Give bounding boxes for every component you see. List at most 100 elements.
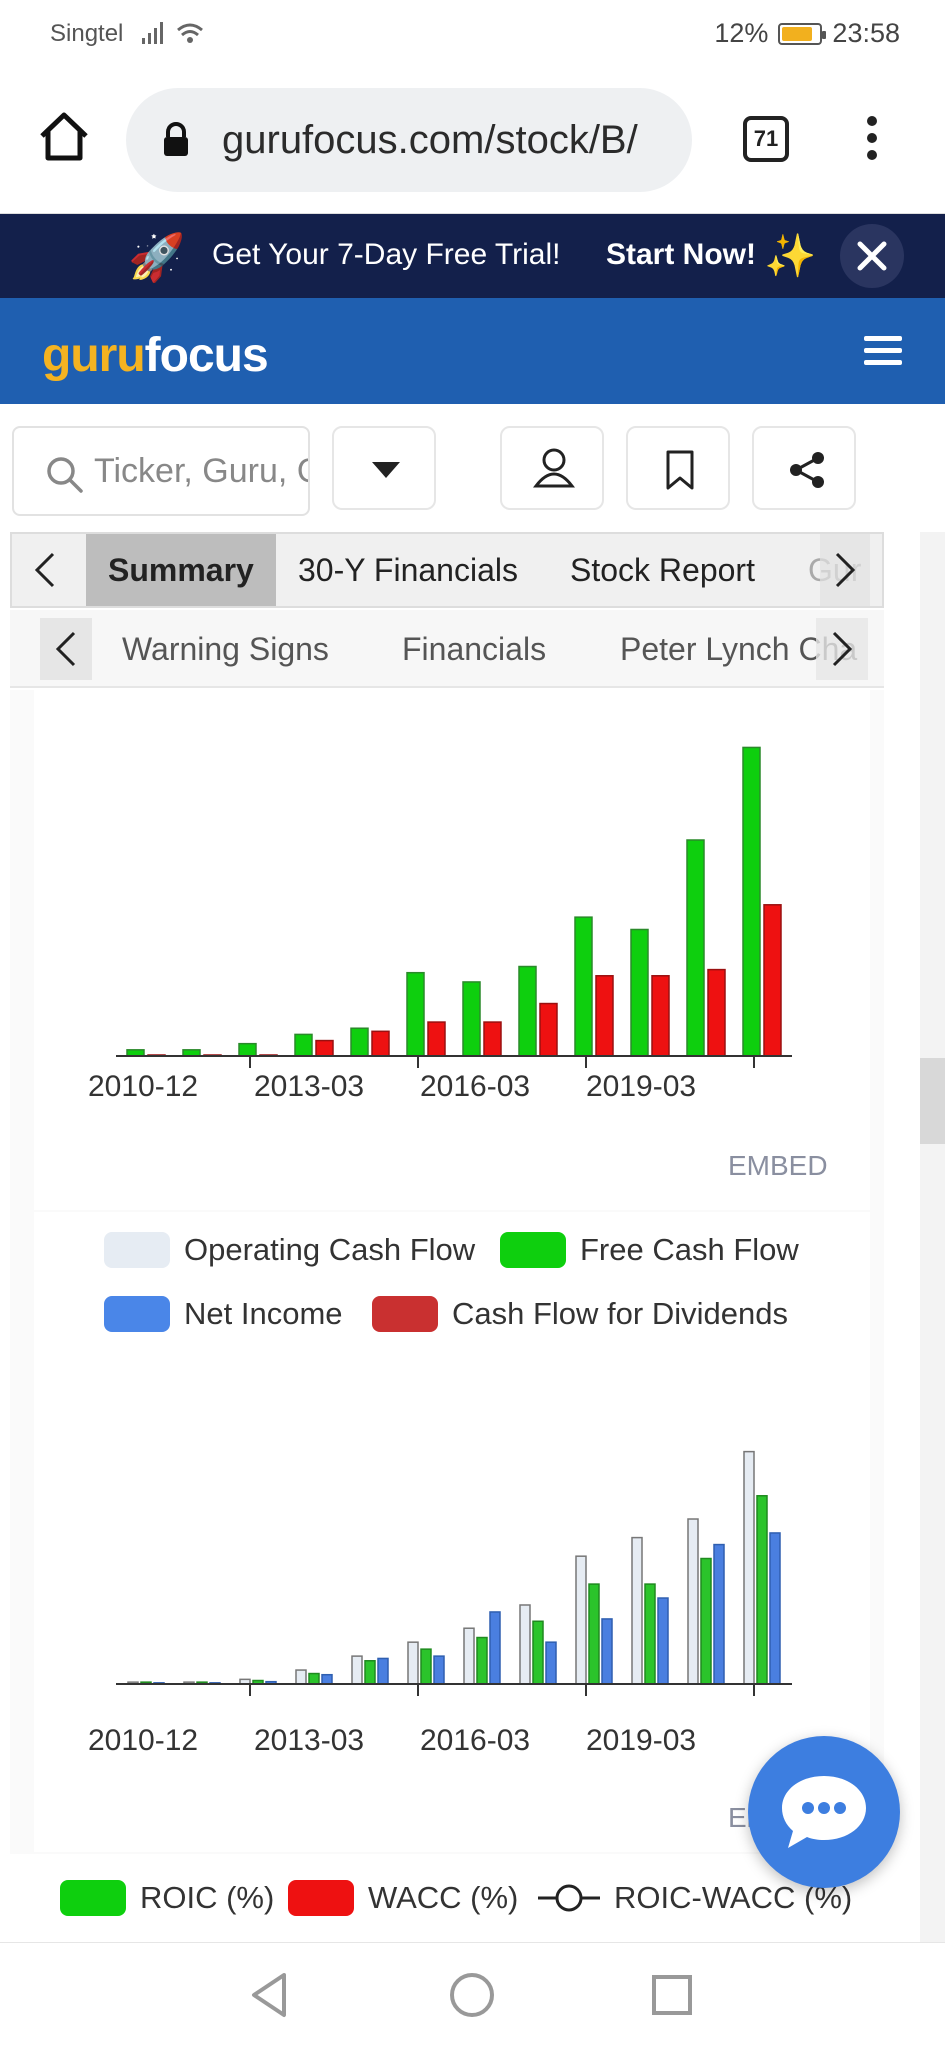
home-icon[interactable] — [36, 108, 92, 164]
bar-operating-cash-flow-2017-03[interactable] — [519, 1604, 531, 1685]
bar-free-cash-flow-2020-03[interactable] — [686, 839, 705, 1057]
scrollbar-thumb[interactable] — [920, 1058, 945, 1144]
status-right: 12% 23:58 — [714, 18, 900, 49]
bar-free-cash-flow-2014-03[interactable] — [364, 1660, 376, 1685]
bar-operating-cash-flow-2016-03[interactable] — [463, 1627, 475, 1685]
bar-operating-cash-flow-2014-03[interactable] — [351, 1655, 363, 1685]
embed-link[interactable]: EMBED — [728, 1150, 828, 1182]
x-tick-label: 2016-03 — [420, 1724, 531, 1757]
bar-free-cash-flow-2015-03[interactable] — [406, 971, 425, 1057]
menu-icon[interactable] — [864, 336, 902, 366]
tabs-scroll-left-icon[interactable] — [20, 534, 70, 606]
cash-flow-chart — [116, 746, 792, 1068]
x-tick-label: 2010-12 — [88, 1724, 199, 1757]
bar-cash-flow-for-dividends-2015-03[interactable] — [427, 1021, 446, 1057]
main-tabs: Summary 30-Y Financials Stock Report Gur — [10, 532, 884, 608]
bar-net-income-2020-03[interactable] — [713, 1543, 725, 1685]
bookmark-button[interactable] — [626, 426, 730, 510]
recents-icon[interactable] — [642, 1965, 702, 2025]
bar-free-cash-flow-2019-03[interactable] — [630, 928, 649, 1057]
rocket-icon: 🚀 — [128, 231, 186, 283]
bar-free-cash-flow-2020-03[interactable] — [700, 1557, 712, 1685]
bar-operating-cash-flow-2018-03[interactable] — [575, 1555, 587, 1685]
search-input[interactable]: Ticker, Guru, C — [12, 426, 310, 516]
legend-item[interactable]: ROIC (%) — [60, 1880, 274, 1916]
bookmark-icon — [666, 450, 694, 490]
bar-free-cash-flow-2013-03[interactable] — [308, 1672, 320, 1685]
subtabs-scroll-left-icon[interactable] — [40, 618, 92, 680]
bar-net-income-2016-03[interactable] — [489, 1611, 501, 1685]
legend-swatch — [500, 1232, 566, 1268]
bar-operating-cash-flow-2013-03[interactable] — [295, 1669, 307, 1685]
browser-toolbar: gurufocus.com/stock/B/ 71 — [0, 68, 945, 214]
search-dropdown-button[interactable] — [332, 426, 436, 510]
bar-cash-flow-for-dividends-2013-03[interactable] — [315, 1039, 334, 1057]
bar-free-cash-flow-2021-03[interactable] — [756, 1495, 768, 1685]
sub-tabs: Warning Signs Financials Peter Lynch Cha — [10, 610, 884, 688]
bar-net-income-2015-03[interactable] — [433, 1655, 445, 1685]
bar-free-cash-flow-2015-03[interactable] — [420, 1648, 432, 1685]
tabs-scroll-right-icon[interactable] — [820, 534, 870, 606]
legend-item[interactable]: Cash Flow for Dividends — [372, 1296, 788, 1332]
home-nav-icon[interactable] — [442, 1965, 502, 2025]
bar-operating-cash-flow-2021-03[interactable] — [743, 1450, 755, 1685]
bar-free-cash-flow-2017-03[interactable] — [518, 965, 537, 1057]
tab-summary[interactable]: Summary — [86, 534, 276, 606]
bar-cash-flow-for-dividends-2020-03[interactable] — [707, 968, 726, 1057]
bar-free-cash-flow-2012-12[interactable] — [238, 1042, 257, 1057]
bar-net-income-2014-03[interactable] — [377, 1657, 389, 1685]
subtab-warning-signs[interactable]: Warning Signs — [122, 610, 329, 688]
bar-free-cash-flow-2019-03[interactable] — [644, 1583, 656, 1685]
bar-cash-flow-for-dividends-2021-03[interactable] — [763, 904, 782, 1057]
bar-free-cash-flow-2013-03[interactable] — [294, 1033, 313, 1057]
bar-net-income-2018-03[interactable] — [601, 1618, 613, 1685]
more-options-icon[interactable] — [862, 112, 882, 168]
bar-net-income-2021-03[interactable] — [769, 1532, 781, 1685]
bar-cash-flow-for-dividends-2016-03[interactable] — [483, 1021, 502, 1057]
bar-net-income-2013-03[interactable] — [321, 1673, 333, 1685]
scroll-track[interactable] — [920, 532, 945, 1942]
bar-cash-flow-for-dividends-2018-03[interactable] — [595, 975, 614, 1057]
bar-free-cash-flow-2021-03[interactable] — [742, 746, 761, 1057]
close-icon[interactable] — [840, 224, 904, 288]
site-header: gurufocus — [0, 298, 945, 404]
subtabs-scroll-right-icon[interactable] — [816, 618, 868, 680]
line-marker-icon — [538, 1884, 600, 1912]
user-button[interactable] — [500, 426, 604, 510]
bar-free-cash-flow-2018-03[interactable] — [574, 916, 593, 1057]
bar-operating-cash-flow-2020-03[interactable] — [687, 1518, 699, 1685]
tab-stock-report[interactable]: Stock Report — [570, 534, 755, 606]
bar-free-cash-flow-2014-03[interactable] — [350, 1027, 369, 1057]
share-button[interactable] — [752, 426, 856, 510]
legend-item[interactable]: Operating Cash Flow — [104, 1232, 475, 1268]
x-tick-label: 2013-03 — [254, 1070, 365, 1103]
subtab-financials[interactable]: Financials — [402, 610, 546, 688]
bar-cash-flow-for-dividends-2019-03[interactable] — [651, 975, 670, 1057]
start-now-link[interactable]: Start Now! — [606, 238, 756, 272]
gurufocus-logo[interactable]: gurufocus — [42, 328, 269, 383]
chart-card-2: Operating Cash Flow Free Cash Flow Net I… — [34, 1212, 870, 1852]
bar-net-income-2017-03[interactable] — [545, 1641, 557, 1685]
legend-item[interactable]: Net Income — [104, 1296, 343, 1332]
address-bar[interactable]: gurufocus.com/stock/B/ — [126, 88, 692, 192]
caret-down-icon — [372, 462, 400, 478]
bar-cash-flow-for-dividends-2017-03[interactable] — [539, 1002, 558, 1057]
bar-cash-flow-for-dividends-2014-03[interactable] — [371, 1030, 390, 1057]
bar-free-cash-flow-2017-03[interactable] — [532, 1620, 544, 1685]
legend-item[interactable]: WACC (%) — [288, 1880, 518, 1916]
bar-free-cash-flow-2018-03[interactable] — [588, 1583, 600, 1685]
bar-net-income-2019-03[interactable] — [657, 1597, 669, 1685]
bar-free-cash-flow-2016-03[interactable] — [462, 981, 481, 1057]
search-placeholder: Ticker, Guru, C — [94, 452, 310, 490]
bar-free-cash-flow-2016-03[interactable] — [476, 1636, 488, 1685]
promo-banner: 🚀 Get Your 7-Day Free Trial! Start Now! … — [0, 214, 945, 298]
tab-switcher-button[interactable]: 71 — [743, 116, 789, 162]
tab-30y-financials[interactable]: 30-Y Financials — [298, 534, 518, 606]
chat-button[interactable] — [748, 1736, 900, 1888]
clock: 23:58 — [832, 18, 900, 48]
bar-operating-cash-flow-2015-03[interactable] — [407, 1641, 419, 1685]
bar-operating-cash-flow-2019-03[interactable] — [631, 1536, 643, 1685]
back-icon[interactable] — [240, 1965, 300, 2025]
legend-item[interactable]: Free Cash Flow — [500, 1232, 799, 1268]
legend-swatch — [60, 1880, 126, 1916]
